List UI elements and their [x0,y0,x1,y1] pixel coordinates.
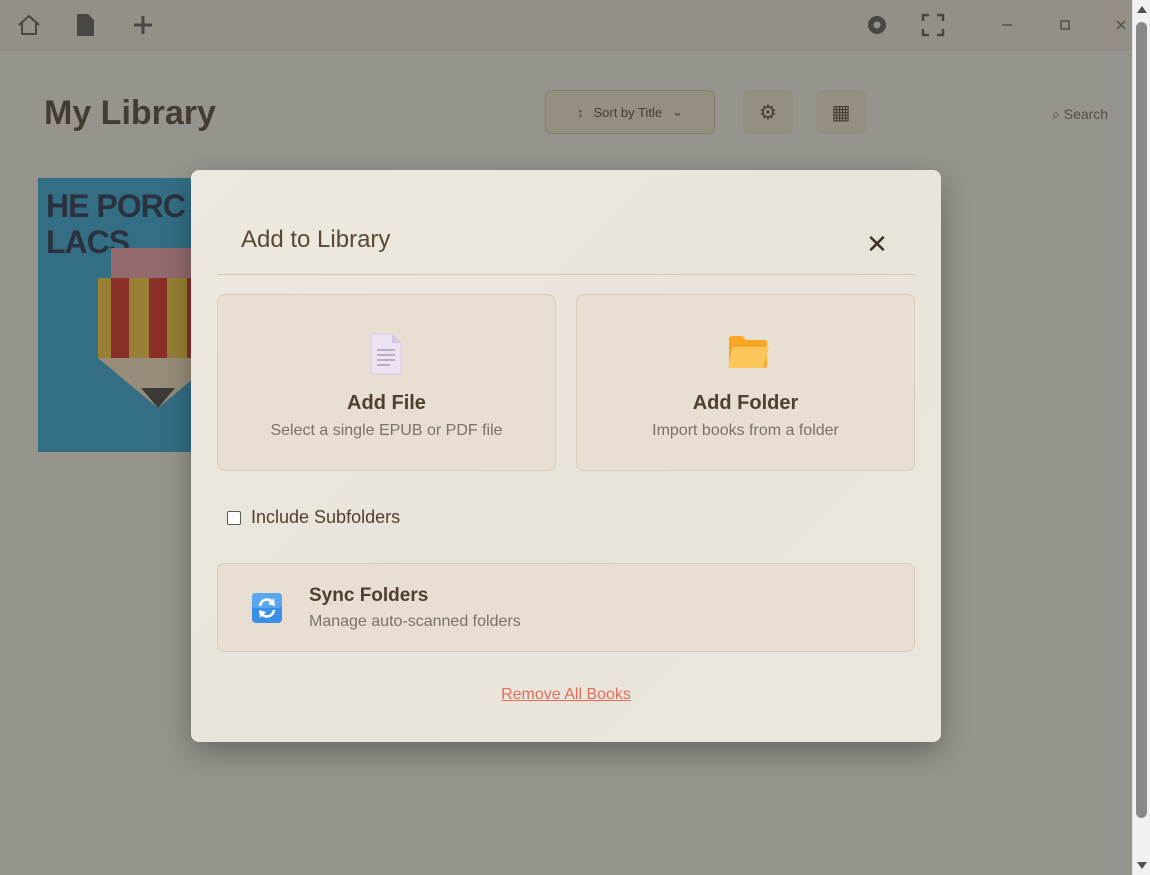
add-file-description: Select a single EPUB or PDF file [270,422,503,439]
dialog-title: Add to Library [241,226,391,253]
sync-folders-description: Manage auto-scanned folders [309,613,521,630]
include-subfolders-checkbox[interactable] [227,510,241,525]
include-subfolders-option[interactable]: Include Subfolders [227,507,400,528]
sync-folders-button[interactable]: Sync Folders Manage auto-scanned folders [217,563,915,652]
include-subfolders-label: Include Subfolders [251,507,401,527]
add-to-library-dialog: Add to Library ✕ Add File Select a singl… [191,170,941,742]
add-folder-button[interactable]: Add Folder Import books from a folder [576,294,915,471]
dialog-divider [217,274,915,275]
close-icon: ✕ [866,228,888,259]
sync-folders-title: Sync Folders [309,585,429,606]
remove-all-books-link[interactable]: Remove All Books [191,686,941,704]
folder-icon [728,336,769,368]
add-file-title: Add File [347,392,426,414]
scrollbar-thumb[interactable] [1136,22,1147,818]
scroll-up-arrow-icon[interactable] [1137,6,1147,13]
add-folder-description: Import books from a folder [652,422,839,439]
vertical-scrollbar[interactable] [1132,0,1150,875]
close-button[interactable]: ✕ [861,228,893,260]
add-file-button[interactable]: Add File Select a single EPUB or PDF fil… [217,294,556,471]
add-folder-title: Add Folder [692,392,799,414]
scroll-down-arrow-icon[interactable] [1137,862,1147,869]
sync-icon [252,593,282,623]
file-icon [370,333,402,375]
